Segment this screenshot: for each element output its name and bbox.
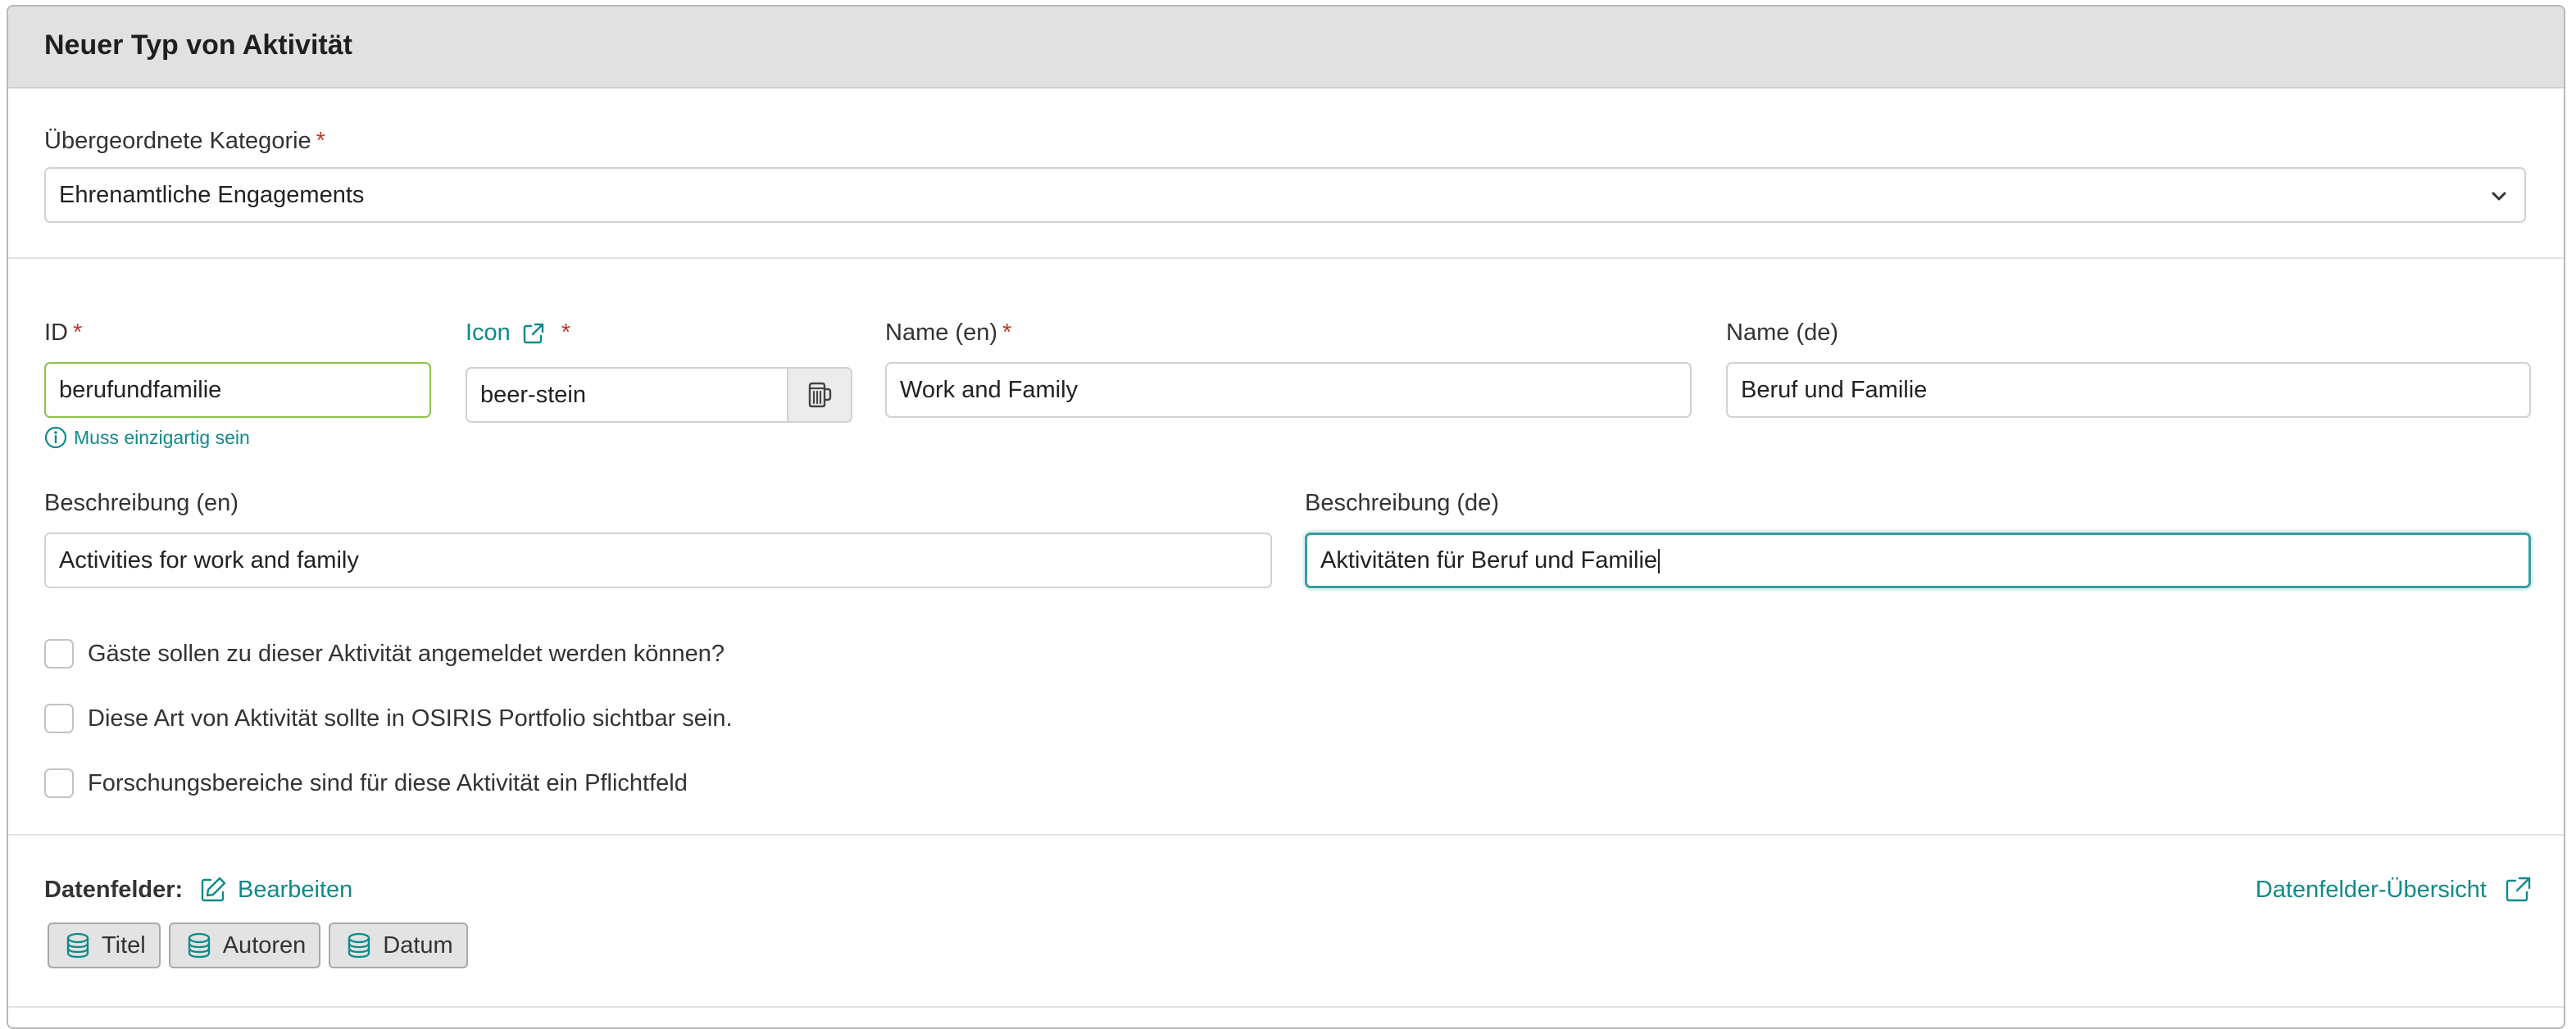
- research-areas-checkbox[interactable]: [44, 768, 74, 798]
- icon-input-group: beer-stein: [466, 367, 852, 423]
- required-mark: *: [561, 320, 571, 346]
- id-label-text: ID: [44, 320, 68, 346]
- name-en-label-text: Name (en): [885, 320, 997, 346]
- id-input[interactable]: berufundfamilie: [44, 362, 431, 418]
- required-mark: *: [316, 128, 325, 154]
- icon-link[interactable]: Icon: [466, 320, 511, 347]
- new-activity-type-card: Neuer Typ von Aktivität Übergeordnete Ka…: [7, 5, 2565, 1029]
- category-label: Übergeordnete Kategorie *: [44, 128, 325, 155]
- datafield-chip-label: Autoren: [222, 932, 307, 959]
- name-de-input-value: Beruf und Familie: [1741, 377, 1928, 403]
- checkbox-row-research-areas[interactable]: Forschungsbereiche sind für diese Aktivi…: [44, 767, 688, 800]
- datafield-chip-label: Datum: [383, 932, 453, 959]
- datafield-chip-autoren[interactable]: Autoren: [168, 922, 321, 968]
- desc-de-label: Beschreibung (de): [1305, 490, 1499, 517]
- name-en-input-value: Work and Family: [900, 377, 1079, 403]
- section-divider: [8, 1006, 2564, 1008]
- category-select-value: Ehrenamtliche Engagements: [59, 182, 365, 208]
- checkbox-row-portfolio[interactable]: Diese Art von Aktivität sollte in OSIRIS…: [44, 702, 733, 735]
- edit-icon: [201, 877, 226, 902]
- datafields-edit-link[interactable]: Bearbeiten: [198, 873, 352, 906]
- name-de-input[interactable]: Beruf und Familie: [1726, 362, 2531, 418]
- desc-en-input[interactable]: Activities for work and family: [44, 533, 1272, 588]
- research-areas-checkbox-label[interactable]: Forschungsbereiche sind für diese Aktivi…: [88, 770, 688, 797]
- name-de-label: Name (de): [1726, 320, 1838, 347]
- datafields-label: Datenfelder:: [44, 877, 184, 903]
- category-label-text: Übergeordnete Kategorie: [44, 128, 311, 154]
- checkbox-row-guests[interactable]: Gäste sollen zu dieser Aktivität angemel…: [44, 637, 725, 670]
- section-divider: [8, 257, 2564, 259]
- icon-preview: [787, 367, 852, 423]
- icon-label: Icon *: [466, 320, 570, 347]
- datafield-chip-label: Titel: [102, 932, 146, 959]
- external-link-icon[interactable]: [520, 320, 547, 347]
- chevron-down-icon: [2492, 192, 2506, 201]
- portfolio-checkbox-label[interactable]: Diese Art von Aktivität sollte in OSIRIS…: [88, 705, 733, 732]
- text-caret: [1658, 549, 1661, 574]
- database-icon: [188, 932, 210, 959]
- desc-de-input[interactable]: Aktivitäten für Beruf und Familie: [1305, 533, 2531, 588]
- datafields-overview-link[interactable]: Datenfelder-Übersicht: [2256, 873, 2533, 906]
- desc-de-input-value: Aktivitäten für Beruf und Familie: [1320, 547, 1658, 573]
- guests-checkbox[interactable]: [44, 639, 74, 669]
- name-de-label-text: Name (de): [1726, 320, 1838, 346]
- database-icon: [348, 932, 370, 959]
- guests-checkbox-label[interactable]: Gäste sollen zu dieser Aktivität angemel…: [88, 641, 725, 668]
- section-divider: [8, 834, 2564, 836]
- database-icon: [66, 932, 89, 959]
- info-icon: [44, 426, 67, 449]
- desc-en-input-value: Activities for work and family: [59, 547, 359, 573]
- category-select[interactable]: Ehrenamtliche Engagements: [44, 167, 2526, 223]
- id-label: ID *: [44, 320, 82, 347]
- required-mark: *: [73, 320, 83, 346]
- id-hint-text: Muss einzigartig sein: [74, 426, 250, 448]
- datafield-chip-datum[interactable]: Datum: [329, 922, 468, 968]
- icon-input-value: beer-stein: [480, 382, 586, 408]
- beer-stein-icon: [808, 382, 832, 408]
- datafield-chip-titel[interactable]: Titel: [48, 922, 161, 968]
- datafield-chips: Titel Autoren Datum: [48, 922, 468, 968]
- id-input-value: berufundfamilie: [59, 377, 222, 403]
- card-title: Neuer Typ von Aktivität: [44, 29, 352, 61]
- id-hint: Muss einzigartig sein: [44, 426, 250, 449]
- card-header: Neuer Typ von Aktivität: [8, 7, 2564, 88]
- desc-de-label-text: Beschreibung (de): [1305, 490, 1499, 516]
- name-en-input[interactable]: Work and Family: [885, 362, 1692, 418]
- icon-input[interactable]: beer-stein: [466, 367, 788, 423]
- external-link-icon: [2506, 877, 2531, 902]
- desc-en-label: Beschreibung (en): [44, 490, 239, 517]
- datafields-edit-label[interactable]: Bearbeiten: [238, 877, 352, 904]
- desc-en-label-text: Beschreibung (en): [44, 490, 239, 516]
- name-en-label: Name (en) *: [885, 320, 1011, 347]
- datafields-overview-label[interactable]: Datenfelder-Übersicht: [2256, 877, 2487, 904]
- portfolio-checkbox[interactable]: [44, 704, 74, 733]
- required-mark: *: [1002, 320, 1012, 346]
